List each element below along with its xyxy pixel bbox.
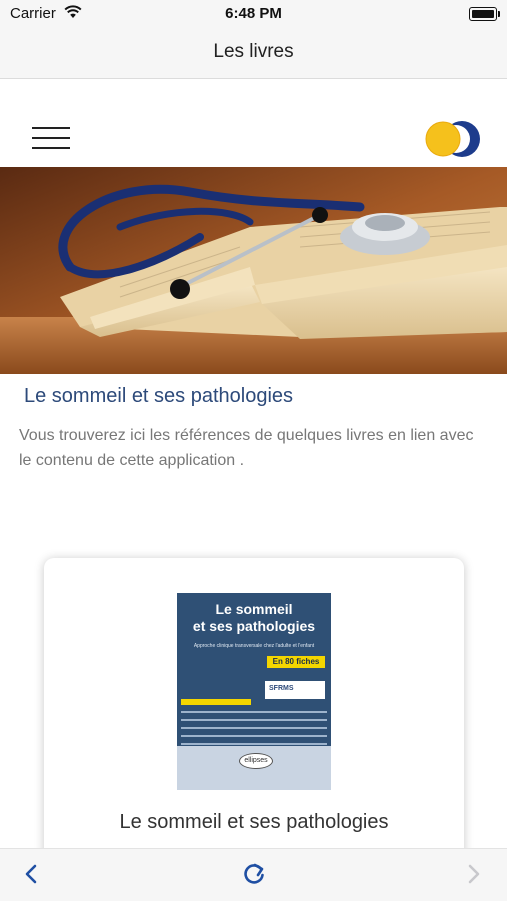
- cover-society-logo: SFRMS: [265, 681, 325, 699]
- reload-icon[interactable]: [241, 861, 267, 892]
- clock-time: 6:48 PM: [225, 5, 282, 22]
- cover-edition-band: [181, 699, 251, 705]
- article-title: Le sommeil et ses pathologies: [24, 385, 294, 407]
- cover-subtitle: Approche clinique transversale chez l'ad…: [193, 643, 315, 649]
- battery-icon: [469, 7, 500, 21]
- publisher-logo: ellipses: [239, 753, 273, 769]
- cover-badge: En 80 fiches: [267, 656, 325, 668]
- hamburger-menu-icon[interactable]: [32, 127, 70, 151]
- sfrms-logo: [424, 119, 484, 159]
- chevron-right-icon[interactable]: [465, 863, 483, 890]
- browser-toolbar: [0, 848, 507, 901]
- cover-title: Le sommeil et ses pathologies: [192, 601, 316, 634]
- hero-image: [0, 167, 507, 374]
- status-bar: Carrier 6:48 PM: [0, 0, 507, 28]
- chevron-left-icon[interactable]: [22, 863, 40, 890]
- page-title: Les livres: [213, 41, 294, 62]
- app-header: [0, 79, 507, 167]
- book-cover-image[interactable]: Le sommeil et ses pathologies Approche c…: [177, 593, 331, 790]
- cover-contents: [181, 711, 327, 751]
- navigation-bar: Les livres: [0, 28, 507, 79]
- book-title[interactable]: Le sommeil et ses pathologies: [44, 811, 464, 834]
- article-description: Vous trouverez ici les références de que…: [19, 427, 474, 469]
- book-card[interactable]: Le sommeil et ses pathologies Approche c…: [44, 558, 464, 878]
